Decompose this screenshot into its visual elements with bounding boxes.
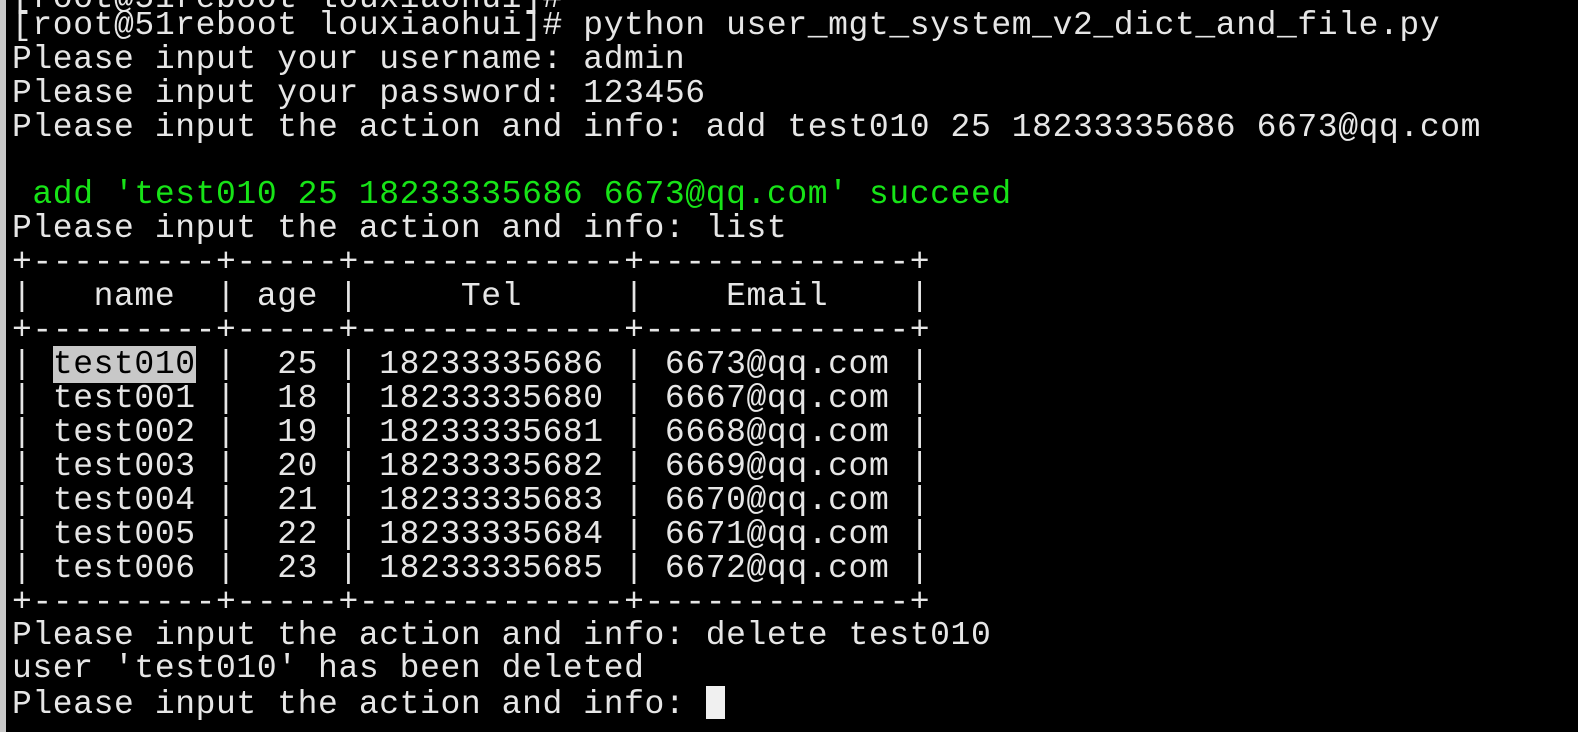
row-border: | (12, 482, 53, 519)
command-line: [root@51reboot louxiaohui]# python user_… (12, 7, 1441, 44)
table-header: | name | age | Tel | Email | (12, 278, 931, 315)
final-prompt-line[interactable]: Please input the action and info: (12, 686, 725, 723)
table-border-bottom: +---------+-----+-------------+---------… (12, 584, 931, 621)
add-action-line: Please input the action and info: add te… (12, 109, 1482, 146)
row-name: test006 (52, 550, 196, 587)
selected-text[interactable]: test010 (52, 346, 196, 383)
row-cells: | 25 | 18233335686 | 6673@qq.com | (195, 346, 931, 383)
window-border (0, 0, 6, 732)
list-action-line: Please input the action and info: list (12, 210, 788, 247)
table-row: | test005 | 22 | 18233335684 | 6671@qq.c… (12, 518, 930, 552)
prompt-text: Please input the action and info: (12, 686, 706, 723)
row-border: | (12, 380, 53, 417)
row-border: | (12, 550, 53, 587)
delete-result-line: user 'test010' has been deleted (12, 650, 645, 687)
row-cells: | 23 | 18233335685 | 6672@qq.com | (195, 550, 931, 587)
add-success-message: add 'test010 25 18233335686 6673@qq.com'… (12, 176, 1012, 213)
table-border-top: +---------+-----+-------------+---------… (12, 244, 931, 281)
row-cells: | 22 | 18233335684 | 6671@qq.com | (195, 516, 931, 553)
row-name: test003 (52, 448, 196, 485)
username-prompt-line: Please input your username: admin (12, 41, 686, 78)
table-row: | test003 | 20 | 18233335682 | 6669@qq.c… (12, 450, 930, 484)
table-row: | test006 | 23 | 18233335685 | 6672@qq.c… (12, 552, 930, 586)
row-border: | (12, 346, 53, 383)
text-cursor[interactable] (705, 686, 725, 719)
table-row: | test004 | 21 | 18233335683 | 6670@qq.c… (12, 484, 930, 518)
row-name: test004 (52, 482, 196, 519)
row-name: test002 (52, 414, 196, 451)
row-cells: | 20 | 18233335682 | 6669@qq.com | (195, 448, 931, 485)
table-border-header: +---------+-----+-------------+---------… (12, 312, 931, 349)
row-border: | (12, 414, 53, 451)
terminal-window[interactable]: [root@51reboot louxiaohui]# [root@51rebo… (0, 0, 1578, 732)
row-name: test001 (52, 380, 196, 417)
row-cells: | 18 | 18233335680 | 6667@qq.com | (195, 380, 931, 417)
row-cells: | 21 | 18233335683 | 6670@qq.com | (195, 482, 931, 519)
delete-action-line: Please input the action and info: delete… (12, 617, 992, 654)
row-border: | (12, 448, 53, 485)
row-name: test005 (52, 516, 196, 553)
row-cells: | 19 | 18233335681 | 6668@qq.com | (195, 414, 931, 451)
password-prompt-line: Please input your password: 123456 (12, 75, 706, 112)
table-row: | test010 | 25 | 18233335686 | 6673@qq.c… (12, 346, 931, 383)
table-row: | test002 | 19 | 18233335681 | 6668@qq.c… (12, 416, 930, 450)
table-row: | test001 | 18 | 18233335680 | 6667@qq.c… (12, 382, 930, 416)
row-border: | (12, 516, 53, 553)
